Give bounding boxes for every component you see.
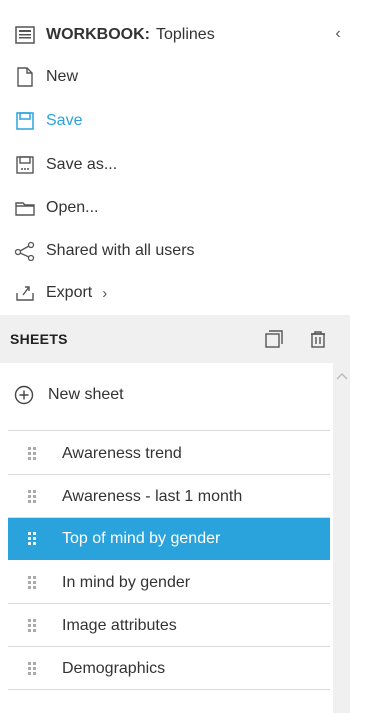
new-file-icon (14, 66, 36, 88)
duplicate-icon[interactable] (264, 329, 284, 349)
workbook-icon (14, 24, 36, 46)
sheet-item-label: Image attributes (62, 616, 177, 634)
save-as-menu-item[interactable]: Save as... (14, 150, 117, 180)
shared-menu-item[interactable]: Shared with all users (14, 236, 195, 266)
plus-circle-icon (14, 385, 34, 405)
sheet-item-image-attributes[interactable]: Image attributes (8, 605, 330, 647)
sheet-item-label: Demographics (62, 659, 166, 677)
sheet-item-top-of-mind-by-gender[interactable]: Top of mind by gender (8, 518, 330, 560)
sheet-item-label: In mind by gender (62, 573, 191, 591)
collapse-chevron-icon[interactable]: ‹ (330, 25, 346, 42)
chevron-right-icon: › (102, 284, 108, 302)
sheet-item-in-mind-by-gender[interactable]: In mind by gender (8, 562, 330, 604)
sheet-item-label: Awareness trend (62, 444, 182, 462)
sheet-item-demographics[interactable]: Demographics (8, 648, 330, 690)
new-sheet-button[interactable]: New sheet (14, 378, 124, 412)
open-label: Open... (46, 199, 99, 216)
save-as-icon (14, 154, 36, 176)
workbook-name: Toplines (155, 26, 215, 43)
sheet-item-label: Awareness - last 1 month (62, 487, 243, 505)
drag-handle-icon[interactable] (28, 447, 38, 460)
save-label: Save (46, 112, 83, 129)
open-menu-item[interactable]: Open... (14, 193, 98, 223)
shared-label: Shared with all users (46, 242, 195, 259)
drag-handle-icon[interactable] (28, 576, 38, 589)
list-divider (8, 430, 330, 431)
drag-handle-icon[interactable] (28, 662, 38, 675)
export-label: Export (46, 284, 93, 301)
sheet-item-label: Top of mind by gender (62, 529, 221, 547)
save-icon (14, 110, 36, 132)
folder-open-icon (14, 197, 36, 219)
save-menu-item[interactable]: Save (14, 106, 82, 136)
sheet-item-awareness-last-1-month[interactable]: Awareness - last 1 month (8, 476, 330, 518)
save-as-label: Save as... (46, 156, 118, 173)
scroll-up-icon[interactable] (336, 370, 348, 382)
drag-handle-icon[interactable] (28, 490, 38, 503)
sheets-header-label: SHEETS (10, 331, 68, 347)
drag-handle-icon[interactable] (28, 532, 38, 545)
share-icon (14, 240, 36, 262)
export-menu-item[interactable]: Export › (14, 278, 107, 308)
new-label: New (46, 68, 79, 85)
workbook-label: WORKBOOK: (46, 26, 150, 43)
drag-handle-icon[interactable] (28, 619, 38, 632)
new-sheet-label: New sheet (48, 386, 124, 403)
export-icon (14, 282, 36, 304)
workbook-title-row: WORKBOOK: Toplines (14, 20, 215, 50)
sheets-scrollbar[interactable] (333, 363, 350, 713)
trash-icon[interactable] (308, 329, 328, 349)
sheets-header: SHEETS (0, 315, 350, 363)
new-menu-item[interactable]: New (14, 62, 78, 92)
sheet-item-awareness-trend[interactable]: Awareness trend (8, 433, 330, 475)
